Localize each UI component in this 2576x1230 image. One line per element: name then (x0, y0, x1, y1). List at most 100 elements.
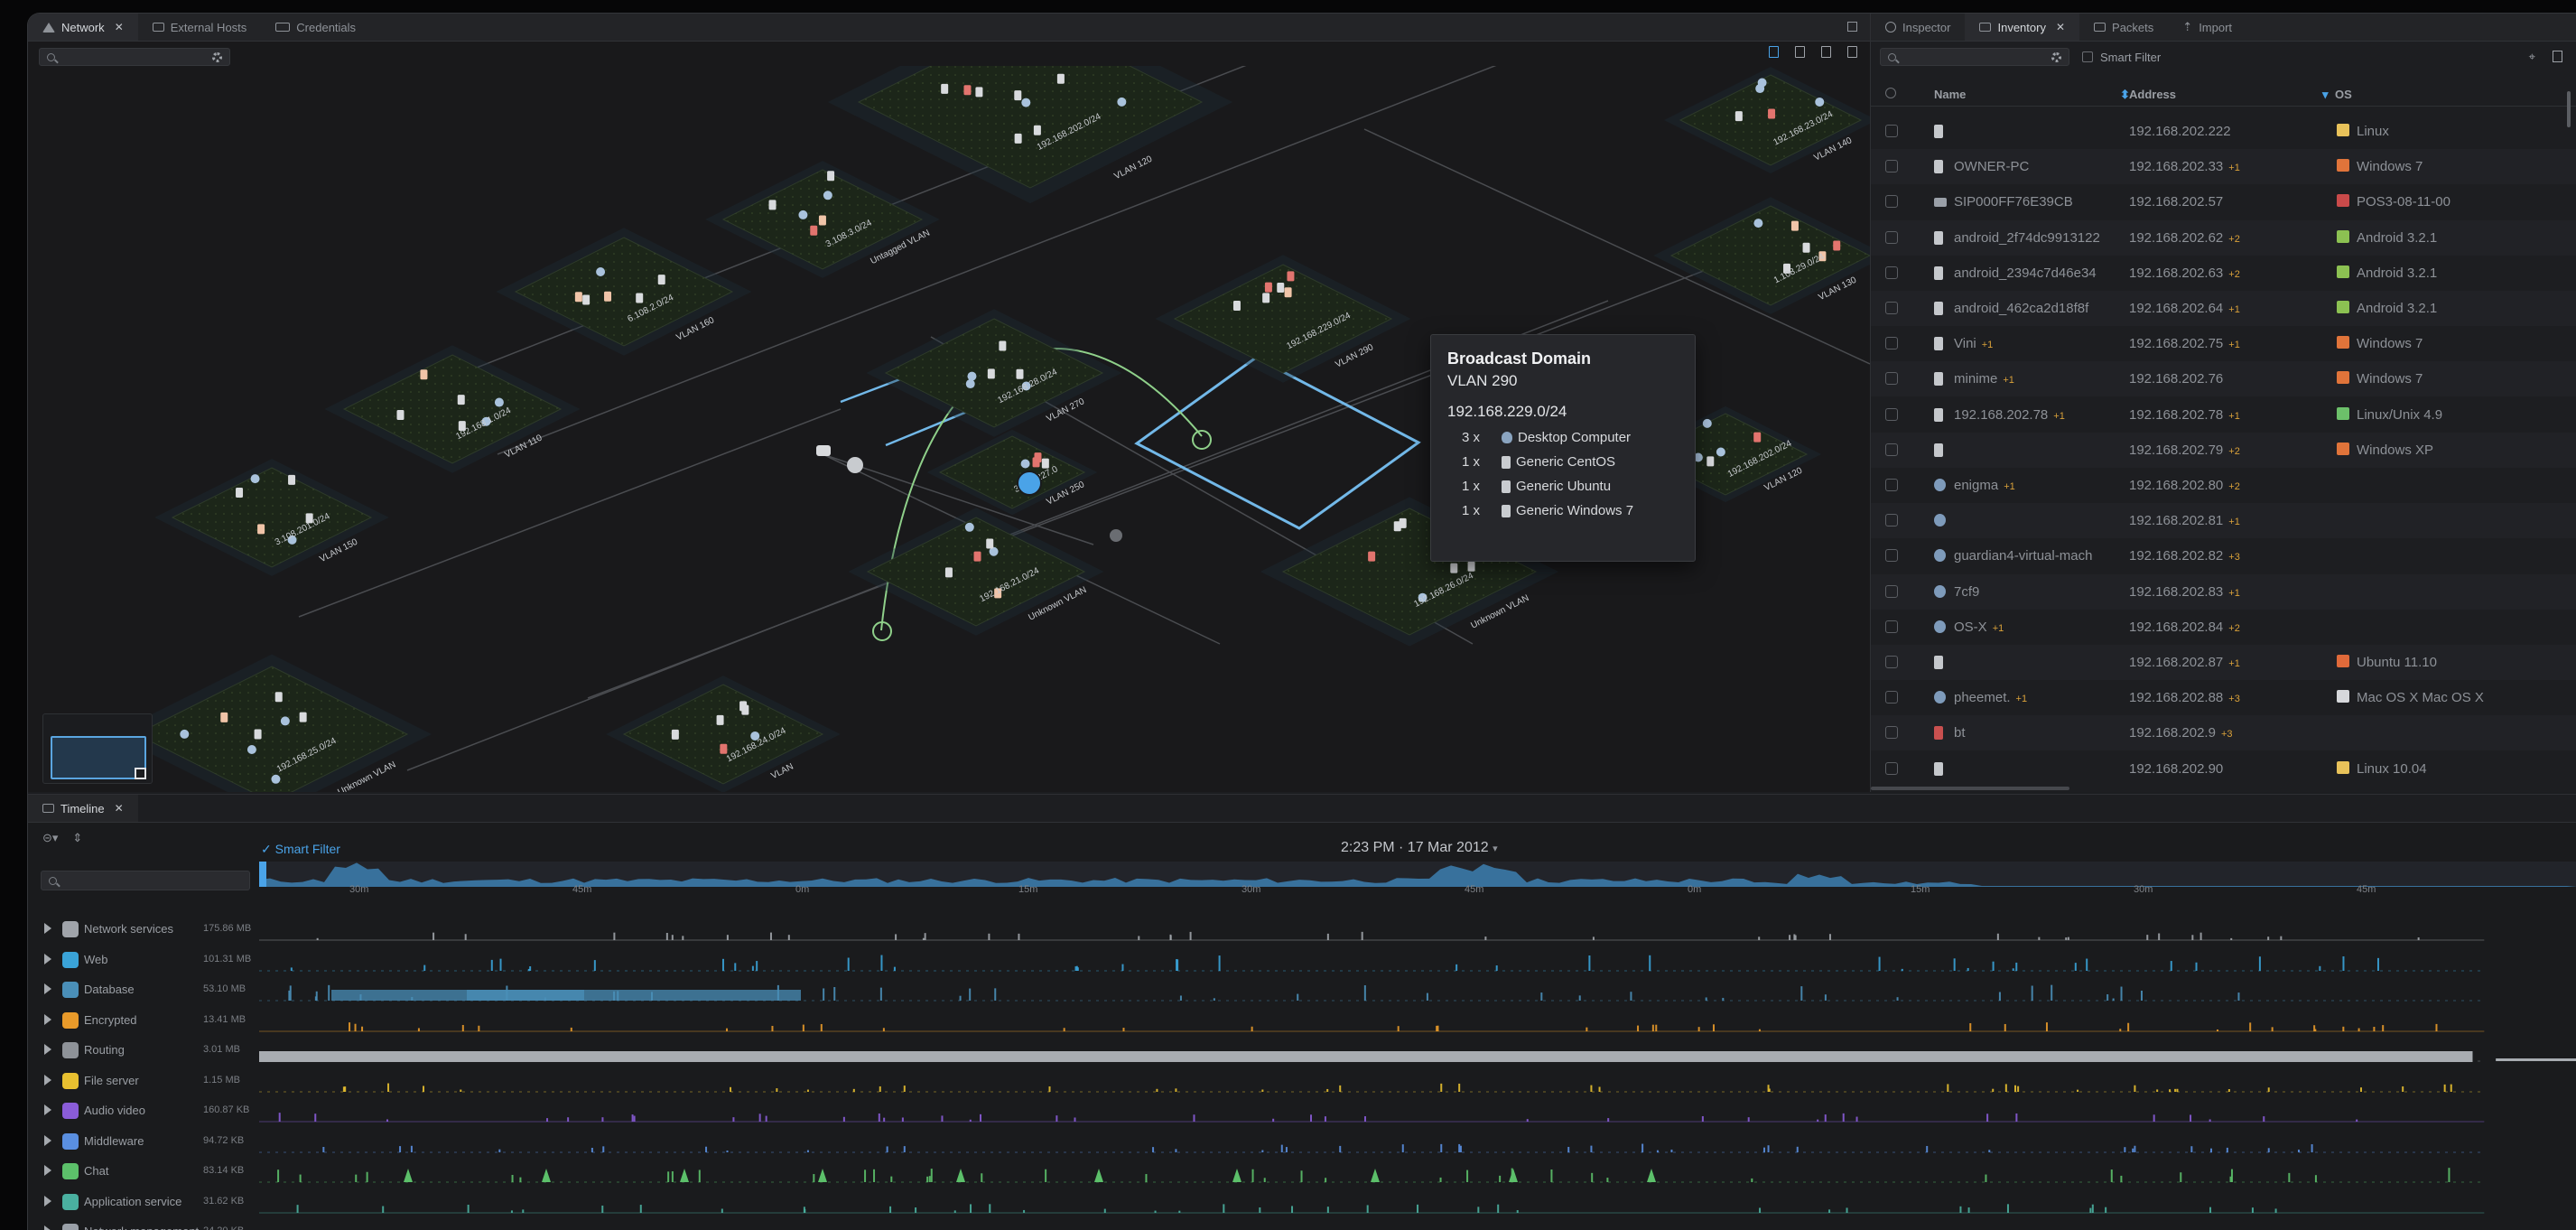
host-icon[interactable] (975, 87, 983, 98)
host-icon[interactable] (818, 215, 826, 226)
expand-arrow-icon[interactable] (44, 1134, 51, 1146)
close-icon[interactable]: ✕ (115, 21, 124, 33)
host-icon[interactable] (574, 292, 582, 303)
apple-host-icon[interactable] (250, 474, 260, 484)
apple-host-icon[interactable] (1757, 78, 1767, 88)
table-row[interactable]: 7cf9 192.168.202.83 +1 (1871, 573, 2576, 610)
table-row[interactable]: 192.168.202.90 Linux 10.04 (1871, 751, 2576, 787)
row-checkbox[interactable] (1885, 620, 1898, 633)
host-icon[interactable] (1393, 521, 1401, 532)
host-icon[interactable] (1368, 551, 1376, 562)
host-icon[interactable] (973, 551, 981, 562)
host-icon[interactable] (396, 409, 405, 420)
host-icon[interactable] (1734, 111, 1743, 122)
expand-arrow-icon[interactable] (44, 1165, 51, 1176)
tab-external-hosts[interactable]: External Hosts (138, 14, 262, 41)
row-checkbox[interactable] (1885, 584, 1898, 598)
column-name[interactable]: Name (1934, 88, 1966, 101)
timeline-timestamp[interactable]: 2:23 PM · 17 Mar 2012 ▾ (1341, 840, 1498, 856)
tab-network[interactable]: Network ✕ (28, 14, 138, 41)
timeline-search-input[interactable] (41, 871, 250, 890)
row-checkbox[interactable] (1885, 302, 1898, 314)
internet-node[interactable] (1017, 471, 1042, 496)
select-all-icon[interactable] (1885, 88, 1896, 98)
timeline-row[interactable]: Database 53.10 MB (28, 974, 2576, 1005)
row-checkbox[interactable] (1885, 195, 1898, 209)
host-icon[interactable] (1014, 90, 1022, 101)
expand-arrow-icon[interactable] (44, 953, 51, 964)
host-icon[interactable] (420, 369, 428, 380)
host-icon[interactable] (1016, 368, 1024, 379)
host-icon[interactable] (1287, 271, 1295, 282)
expand-arrow-icon[interactable] (44, 1225, 51, 1230)
horizontal-scrollbar[interactable] (1871, 787, 2069, 790)
host-icon[interactable] (299, 712, 307, 722)
map-minimap[interactable] (42, 713, 153, 784)
row-checkbox[interactable] (1885, 407, 1898, 421)
timeline-row[interactable]: Encrypted 13.41 MB (28, 1005, 2576, 1036)
row-checkbox[interactable] (1885, 125, 1898, 137)
table-row[interactable]: minime +1 192.168.202.76 Windows 7 (1871, 361, 2576, 397)
overview-handle[interactable] (259, 862, 266, 887)
host-icon[interactable] (739, 701, 748, 712)
resize-handle-icon[interactable] (135, 768, 146, 779)
expand-all-icon[interactable]: ⇕ (72, 831, 82, 845)
host-icon[interactable] (963, 85, 972, 96)
row-checkbox[interactable] (1885, 479, 1898, 491)
host-icon[interactable] (457, 395, 465, 405)
host-icon[interactable] (1450, 563, 1458, 573)
apple-host-icon[interactable] (246, 745, 256, 755)
row-checkbox[interactable] (1885, 656, 1898, 668)
host-icon[interactable] (987, 368, 995, 379)
row-checkbox[interactable] (1885, 160, 1898, 173)
table-row[interactable]: 192.168.202.87 +1 Ubuntu 11.10 (1871, 645, 2576, 680)
expand-arrow-icon[interactable] (44, 1044, 51, 1055)
gateway-node[interactable] (1110, 529, 1122, 542)
host-icon[interactable] (254, 729, 262, 740)
timeline-row[interactable]: Network services 175.86 MB (28, 914, 2576, 945)
host-icon[interactable] (1262, 293, 1270, 303)
apple-host-icon[interactable] (798, 210, 808, 219)
host-icon[interactable] (1264, 282, 1272, 293)
apple-host-icon[interactable] (1117, 97, 1127, 107)
host-icon[interactable] (944, 567, 953, 578)
timeline-row[interactable]: Routing 3.01 MB (28, 1035, 2576, 1066)
host-icon[interactable] (810, 225, 818, 236)
host-icon[interactable] (1768, 108, 1776, 119)
vertical-scrollbar[interactable] (2567, 91, 2571, 127)
row-checkbox[interactable] (1885, 549, 1898, 563)
table-row[interactable]: OS-X +1 192.168.202.84 +2 (1871, 610, 2576, 645)
layout-icon[interactable] (1847, 22, 1857, 32)
tab-credentials[interactable]: Credentials (261, 14, 370, 41)
host-icon[interactable] (1284, 287, 1292, 298)
expand-icon[interactable] (1795, 46, 1805, 58)
filter-icon[interactable]: ⊝▾ (42, 831, 58, 845)
document-icon[interactable] (1821, 46, 1831, 58)
expand-arrow-icon[interactable] (44, 1074, 51, 1086)
timeline-row[interactable]: Application service 31.62 KB (28, 1187, 2576, 1217)
column-os[interactable]: OS (2335, 88, 2352, 101)
apple-host-icon[interactable] (280, 716, 290, 726)
host-icon[interactable] (720, 743, 728, 754)
row-checkbox[interactable] (1885, 337, 1898, 350)
export-icon[interactable] (2553, 51, 2562, 62)
table-row[interactable]: 192.168.202.222 Linux (1871, 114, 2576, 149)
host-icon[interactable] (1833, 240, 1841, 251)
host-icon[interactable] (1034, 452, 1042, 463)
apple-host-icon[interactable] (965, 379, 975, 389)
expand-arrow-icon[interactable] (44, 923, 51, 934)
tab-import[interactable]: ⇡ Import (2168, 14, 2246, 41)
apple-host-icon[interactable] (1716, 447, 1725, 457)
host-icon[interactable] (257, 524, 265, 535)
tab-timeline[interactable]: Timeline ✕ (28, 795, 138, 822)
host-icon[interactable] (636, 293, 644, 303)
sort-icon[interactable]: ▾ (2322, 88, 2329, 102)
host-icon[interactable] (220, 712, 228, 722)
table-row[interactable]: 192.168.202.79 +2 Windows XP (1871, 432, 2576, 468)
host-icon[interactable] (1802, 242, 1810, 253)
minimap-viewport[interactable] (51, 736, 146, 779)
timeline-smart-filter[interactable]: ✓ Smart Filter (261, 842, 340, 857)
host-icon[interactable] (582, 294, 591, 305)
apple-host-icon[interactable] (1753, 219, 1763, 228)
host-icon[interactable] (236, 487, 244, 498)
